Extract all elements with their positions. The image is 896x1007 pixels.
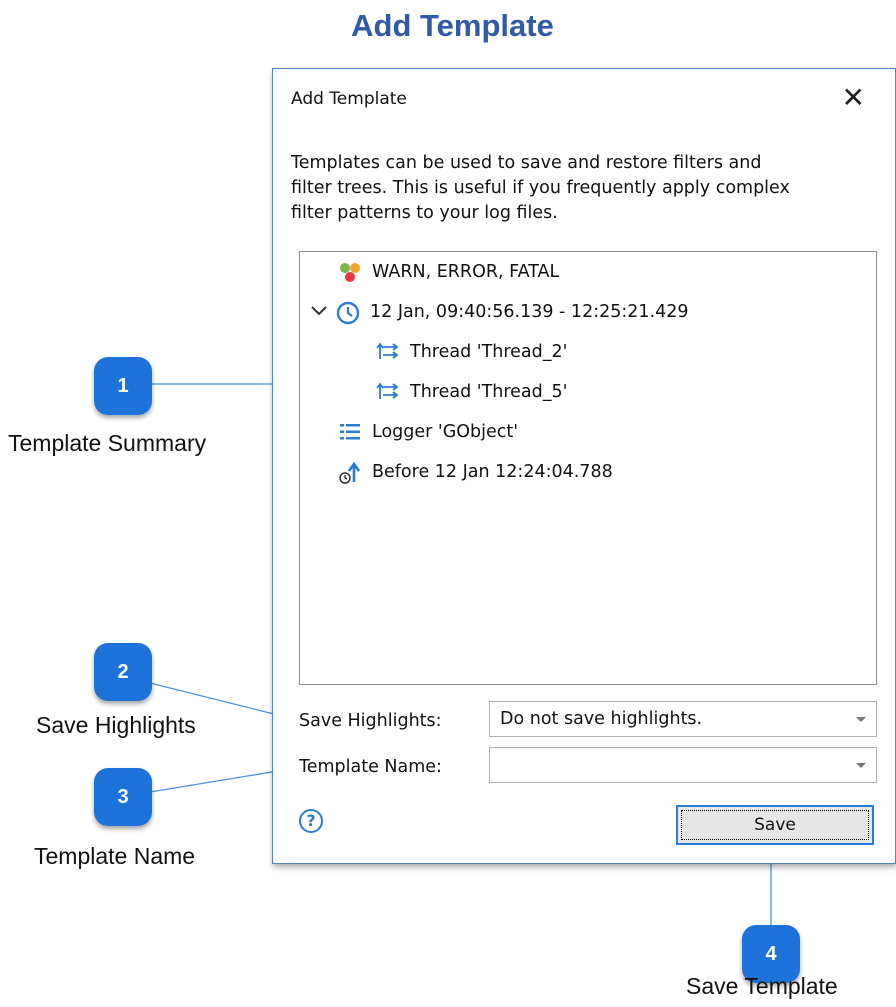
callout-label-template-summary: Template Summary [8,430,207,456]
template-name-label: Template Name: [299,757,442,777]
description-line: filter patterns to your log files. [291,203,558,223]
tree-item-levels[interactable]: WARN, ERROR, FATAL [338,261,559,283]
tree-item-label: 12 Jan, 09:40:56.139 - 12:25:21.429 [370,302,689,322]
tree-item-label: Thread 'Thread_5' [410,382,568,402]
save-highlights-value: Do not save highlights. [500,709,703,729]
help-icon[interactable]: ? [299,809,323,833]
callout-label-save-highlights: Save Highlights [36,712,196,738]
template-name-input[interactable] [489,747,877,783]
dialog-description: Templates can be used to save and restor… [291,151,891,226]
dialog-title: Add Template [291,89,407,109]
add-template-dialog: Add Template ✕ Templates can be used to … [272,68,896,864]
callout-badge-1: 1 [94,357,152,415]
clock-icon [336,301,362,325]
callout-badge-2: 2 [94,643,152,701]
chevron-down-icon[interactable] [310,302,330,322]
levels-icon [338,261,364,283]
tree-item-label: Thread 'Thread_2' [410,342,568,362]
tree-item-label: Before 12 Jan 12:24:04.788 [372,462,613,482]
tree-item-before-time[interactable]: Before 12 Jan 12:24:04.788 [338,461,613,484]
description-line: Templates can be used to save and restor… [291,153,762,173]
template-summary-tree[interactable]: WARN, ERROR, FATAL 12 Jan, 09:40:56.139 … [299,251,877,685]
callout-label-save-template: Save Template [686,973,838,999]
save-highlights-select[interactable]: Do not save highlights. [489,701,877,737]
save-highlights-label: Save Highlights: [299,711,442,731]
save-button[interactable]: Save [676,805,874,845]
tree-item-thread[interactable]: Thread 'Thread_2' [376,341,567,363]
callout-label-template-name: Template Name [34,843,196,869]
description-line: filter trees. This is useful if you freq… [291,178,790,198]
dropdown-arrow-icon [856,763,866,768]
thread-icon [376,381,402,403]
thread-icon [376,341,402,363]
dropdown-arrow-icon [856,717,866,722]
before-time-icon [338,461,364,484]
tree-item-logger[interactable]: Logger 'GObject' [338,421,518,443]
tree-item-thread[interactable]: Thread 'Thread_5' [376,381,567,403]
tree-item-label: WARN, ERROR, FATAL [372,262,560,282]
tree-item-label: Logger 'GObject' [372,422,519,442]
logger-icon [338,421,364,443]
tree-item-time-range[interactable]: 12 Jan, 09:40:56.139 - 12:25:21.429 [310,301,689,325]
focus-ring [681,810,869,840]
callout-badge-3: 3 [94,768,152,826]
close-icon[interactable]: ✕ [842,84,865,112]
